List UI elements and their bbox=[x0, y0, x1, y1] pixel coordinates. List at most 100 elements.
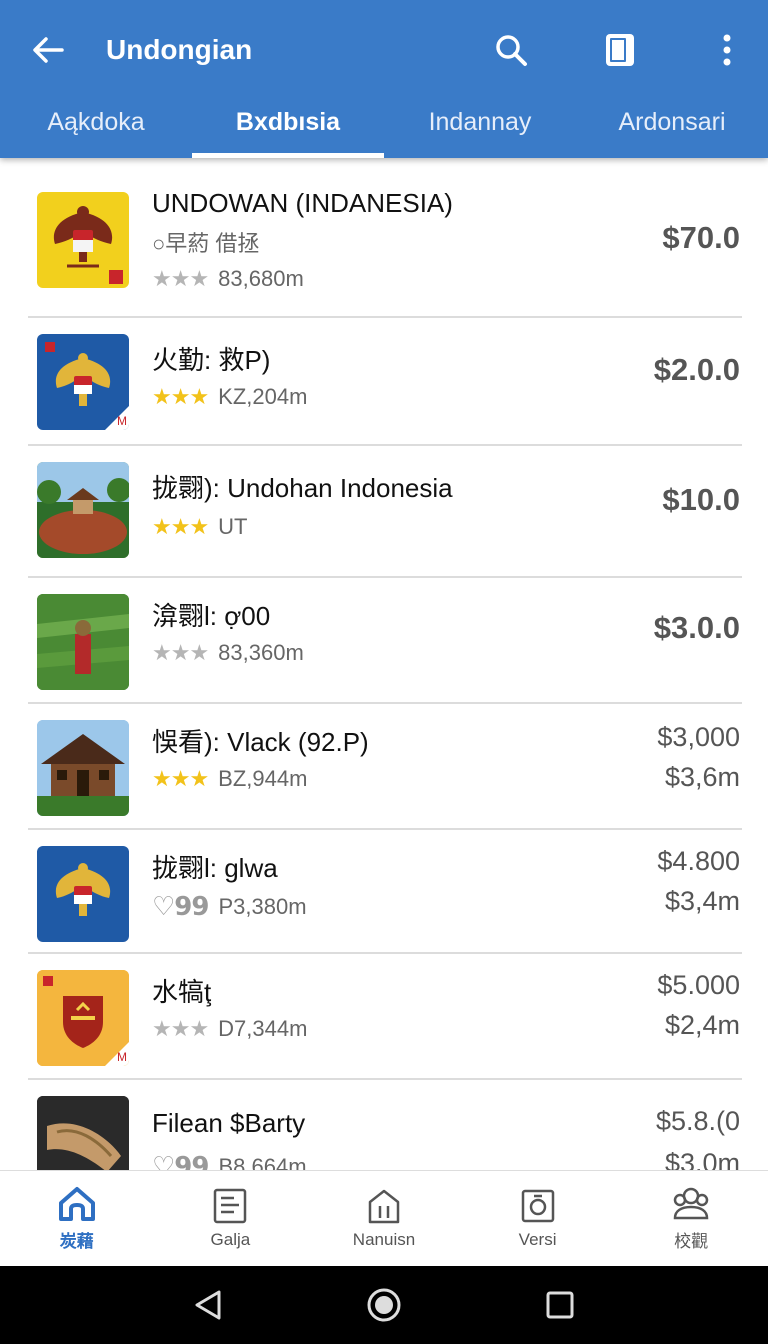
nav-item-people[interactable]: 校觀 bbox=[614, 1171, 768, 1266]
item-title: 拢翾): Undohan Indonesia bbox=[152, 473, 453, 503]
tab-bar: Aąkdoka Bxdbısia Indannay Ardonsari bbox=[0, 100, 768, 158]
item-downloads: UT bbox=[218, 514, 248, 539]
rice-field-photo-thumbnail bbox=[37, 594, 129, 690]
list-item[interactable]: UNDOWAN (INDANESIA) ○早葯 借拯 ★★★ 83,680m $… bbox=[28, 158, 742, 318]
item-meta: ★★★ BZ,944m bbox=[152, 766, 307, 792]
nav-label-home: 炭藉 bbox=[59, 1232, 94, 1251]
tab-4[interactable]: Ardonsari bbox=[576, 100, 768, 158]
search-icon bbox=[496, 35, 527, 66]
svg-text:M: M bbox=[117, 1050, 127, 1064]
item-price: $4.800 bbox=[657, 846, 740, 876]
item-downloads: 83,680m bbox=[218, 266, 304, 291]
item-price: $2.0.0 bbox=[653, 352, 740, 387]
item-downloads: 83,360m bbox=[218, 640, 304, 665]
document-icon bbox=[214, 1188, 247, 1223]
shield-emblem-thumbnail: M bbox=[37, 970, 129, 1066]
item-title: 渰翾l: ợ00 bbox=[152, 601, 271, 631]
search-button[interactable] bbox=[489, 28, 533, 72]
list-item[interactable]: M 火勤: 救P) ★★★ KZ,204m $2.0.0 bbox=[28, 318, 742, 446]
star-rating-icon: ★★★ bbox=[152, 514, 209, 540]
item-price: $5.8.(0 bbox=[655, 1106, 740, 1136]
tab-2[interactable]: Bxdbısia bbox=[192, 100, 384, 158]
camera-icon bbox=[521, 1189, 554, 1222]
nav-item-home[interactable]: 炭藉 bbox=[0, 1171, 154, 1266]
book-button[interactable] bbox=[598, 28, 642, 72]
triangle-back-icon bbox=[195, 1290, 221, 1320]
heart-rating-icon: ♡99 bbox=[152, 892, 209, 922]
item-meta: ♡99 P3,380m bbox=[152, 892, 307, 922]
item-downloads: KZ,204m bbox=[218, 384, 308, 409]
item-price-secondary: $3,6m bbox=[664, 762, 740, 792]
garuda-emblem-thumbnail bbox=[37, 192, 129, 288]
item-price: $3.0.0 bbox=[653, 610, 740, 645]
item-title: 悞看): Vlack (92.P) bbox=[152, 727, 369, 757]
app-screen: Undongian Aąkdoka Bxdbısia Indannay Ardo… bbox=[0, 0, 768, 1344]
heart-rating-icon: ♡99 bbox=[152, 1152, 209, 1170]
toolbar: Undongian bbox=[0, 0, 768, 100]
nav-label-people: 校觀 bbox=[674, 1232, 709, 1251]
item-title: 水犒ţ bbox=[152, 977, 212, 1007]
item-downloads: D7,344m bbox=[218, 1016, 308, 1041]
item-title: 火勤: 救P) bbox=[152, 345, 271, 375]
item-price-secondary: $3.0m bbox=[664, 1148, 740, 1170]
list-item[interactable]: 悞看): Vlack (92.P) ★★★ BZ,944m $3,000 $3,… bbox=[28, 704, 742, 830]
item-list: UNDOWAN (INDANESIA) ○早葯 借拯 ★★★ 83,680m $… bbox=[0, 158, 768, 1170]
nav-item-nanuisn[interactable]: Nanuisn bbox=[307, 1171, 461, 1266]
list-item[interactable]: 拢翾): Undohan Indonesia ★★★ UT $10.0 bbox=[28, 446, 742, 578]
item-subtitle: ○早葯 借拯 bbox=[152, 231, 260, 256]
item-title: Filean $Barty bbox=[152, 1108, 306, 1138]
people-icon bbox=[673, 1187, 709, 1220]
house-photo-thumbnail bbox=[37, 720, 129, 816]
star-rating-icon: ★★★ bbox=[152, 266, 209, 292]
list-item[interactable]: Filean $Barty ♡99 B8,664m $5.8.(0 $3.0m bbox=[28, 1080, 742, 1170]
item-price-secondary: $2,4m bbox=[664, 1010, 740, 1040]
item-meta: ★★★ UT bbox=[152, 514, 248, 540]
item-downloads: BZ,944m bbox=[218, 766, 308, 791]
tab-1[interactable]: Aąkdoka bbox=[0, 100, 192, 158]
star-rating-icon: ★★★ bbox=[152, 766, 209, 792]
system-home-button[interactable] bbox=[360, 1281, 408, 1329]
building-icon bbox=[368, 1189, 400, 1223]
bottom-navigation: 炭藉 Galja Nanuisn Versi 校觀 bbox=[0, 1170, 768, 1266]
page-title: Undongian bbox=[106, 34, 253, 65]
item-title: 拢翾l: glwa bbox=[152, 853, 278, 883]
item-meta: ★★★ D7,344m bbox=[152, 1016, 307, 1042]
system-back-button[interactable] bbox=[184, 1281, 232, 1329]
item-meta: ♡99 B8,664m bbox=[152, 1152, 307, 1170]
item-title: UNDOWAN (INDANESIA) bbox=[152, 188, 453, 218]
item-price: $3,000 bbox=[657, 722, 740, 752]
book-icon bbox=[606, 34, 634, 66]
nav-label-versi: Versi bbox=[518, 1229, 557, 1249]
arrow-left-icon bbox=[33, 37, 64, 63]
top-app-bar: Undongian Aąkdoka Bxdbısia Indannay Ardo… bbox=[0, 0, 768, 158]
star-rating-icon: ★★★ bbox=[152, 384, 209, 410]
square-recents-icon bbox=[546, 1291, 574, 1319]
system-navigation-bar bbox=[0, 1266, 768, 1344]
list-item[interactable]: 拢翾l: glwa ♡99 P3,380m $4.800 $3,4m bbox=[28, 830, 742, 954]
item-price: $70.0 bbox=[662, 220, 740, 255]
back-button[interactable] bbox=[26, 28, 70, 72]
list-item[interactable]: 渰翾l: ợ00 ★★★ 83,360m $3.0.0 bbox=[28, 578, 742, 704]
item-price: $10.0 bbox=[662, 482, 740, 517]
nav-label-galja: Galja bbox=[210, 1229, 251, 1249]
item-downloads: B8,664m bbox=[218, 1154, 307, 1170]
item-price: $5.000 bbox=[657, 970, 740, 1000]
tab-3[interactable]: Indannay bbox=[384, 100, 576, 158]
more-options-button[interactable] bbox=[705, 28, 749, 72]
item-price-secondary: $3,4m bbox=[664, 886, 740, 916]
nav-item-galja[interactable]: Galja bbox=[154, 1171, 308, 1266]
item-downloads: P3,380m bbox=[218, 894, 307, 919]
star-rating-icon: ★★★ bbox=[152, 1016, 209, 1042]
circle-home-icon bbox=[367, 1288, 401, 1322]
landscape-photo-thumbnail bbox=[37, 462, 129, 558]
list-item[interactable]: M 水犒ţ ★★★ D7,344m $5.000 $2,4m bbox=[28, 954, 742, 1080]
system-recents-button[interactable] bbox=[536, 1281, 584, 1329]
home-icon bbox=[58, 1187, 95, 1221]
nav-label-nanuisn: Nanuisn bbox=[352, 1229, 416, 1249]
garuda-emblem-thumbnail: M bbox=[37, 334, 129, 430]
item-meta: ★★★ 83,680m bbox=[152, 266, 304, 292]
svg-text:M: M bbox=[117, 414, 127, 428]
item-meta: ★★★ 83,360m bbox=[152, 640, 304, 666]
nav-item-versi[interactable]: Versi bbox=[461, 1171, 615, 1266]
star-rating-icon: ★★★ bbox=[152, 640, 209, 666]
